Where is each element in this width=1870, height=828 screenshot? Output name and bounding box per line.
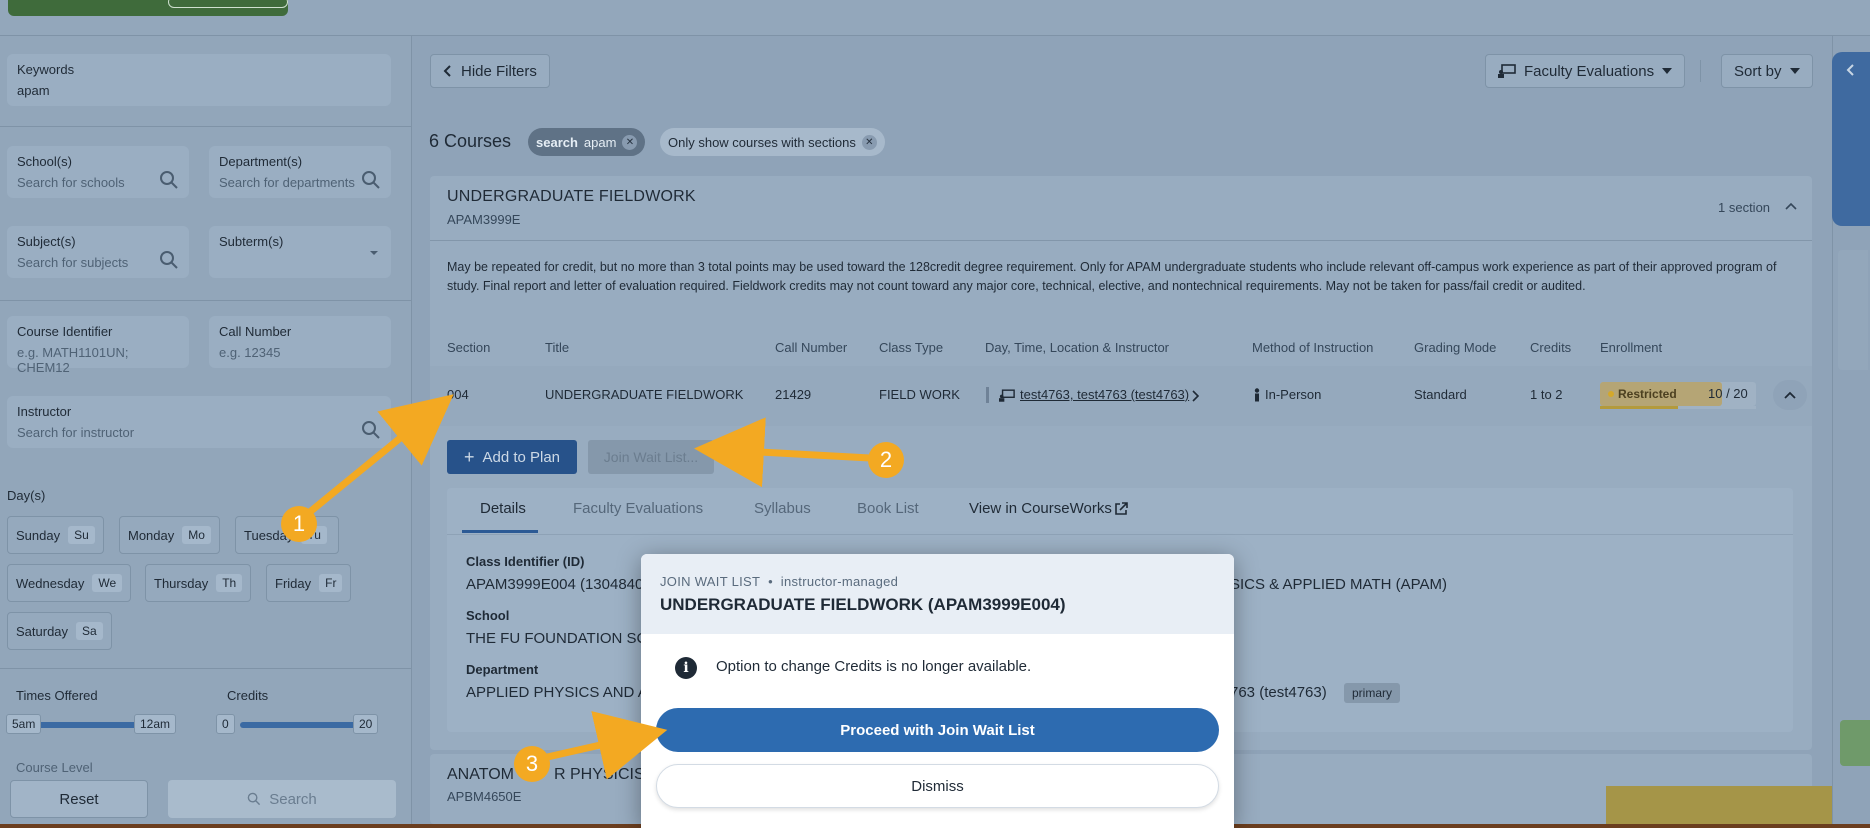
annotation-arrow-1 [297, 394, 454, 523]
annotation-arrow-2 [694, 417, 871, 488]
annotation-arrows [297, 394, 871, 780]
annotation-marker-2: 2 [868, 442, 904, 478]
annotation-marker-3: 3 [514, 746, 550, 782]
annotation-marker-1: 1 [281, 506, 317, 542]
annotation-arrow-3 [533, 711, 668, 780]
